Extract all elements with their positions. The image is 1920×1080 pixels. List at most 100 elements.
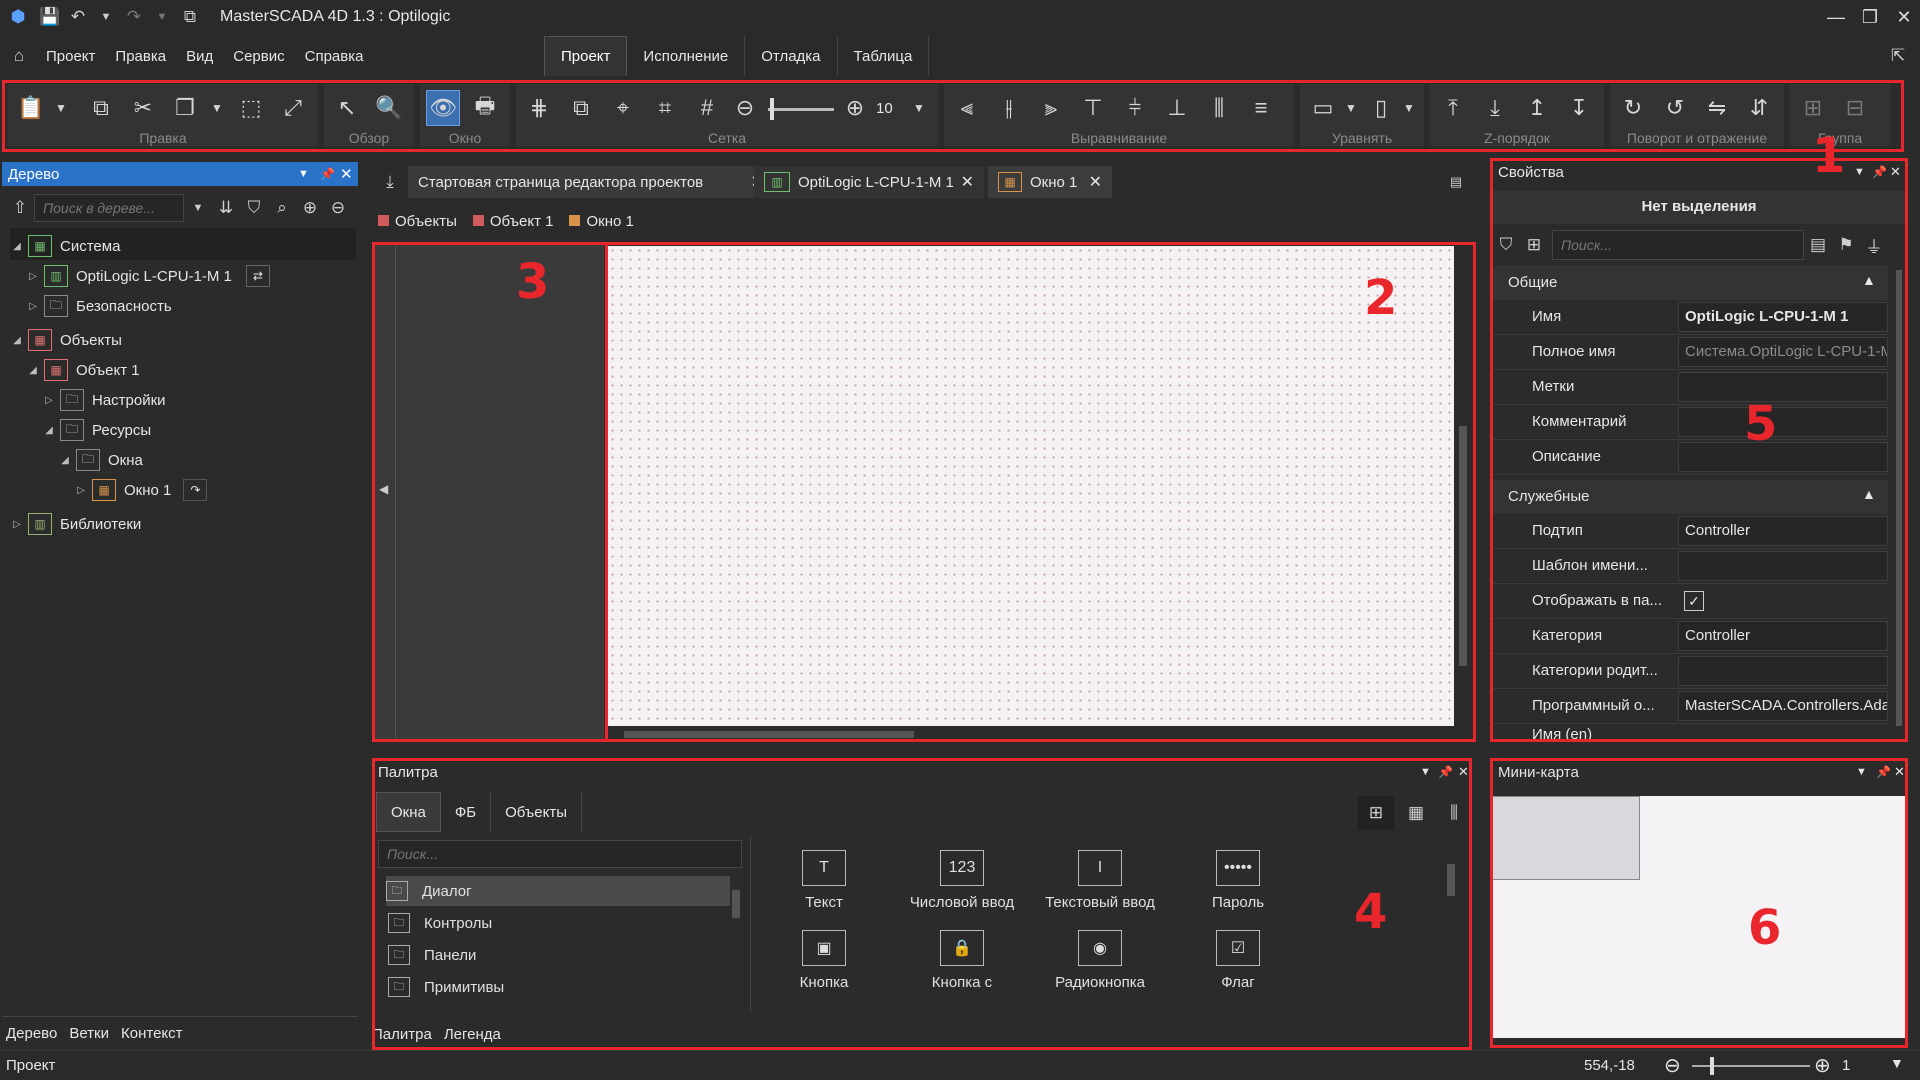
tab-legend[interactable]: Легенда (444, 1026, 501, 1043)
send-back-icon[interactable]: ⤓ (1478, 90, 1512, 126)
collapsed-icon[interactable]: ▷ (42, 395, 56, 406)
collapsed-icon[interactable]: ▷ (26, 301, 40, 312)
align-middle-icon[interactable]: ⫩ (1118, 90, 1152, 126)
align-left-icon[interactable]: ⫷ (950, 90, 984, 126)
grid-icon[interactable]: ⋕ (522, 90, 556, 126)
menu-service[interactable]: Сервис (223, 48, 294, 65)
tab-objects[interactable]: Объекты (491, 792, 582, 832)
tab-close-icon[interactable]: ✕ (1089, 172, 1102, 192)
zoom-in-icon[interactable]: ⊕ (1814, 1053, 1831, 1078)
breadcrumb-window1[interactable]: Окно 1 (569, 213, 634, 230)
tab-debug[interactable]: Отладка (745, 36, 838, 76)
properties-search-input[interactable] (1552, 230, 1804, 260)
tab-window1[interactable]: ▦ Окно 1 ✕ (988, 166, 1112, 198)
align-right-icon[interactable]: ⫸ (1034, 90, 1068, 126)
minimap-viewport[interactable] (1492, 796, 1640, 880)
panel-close-icon[interactable]: ✕ (340, 165, 353, 183)
props-vscroll[interactable] (1894, 266, 1904, 742)
undo-dropdown-icon[interactable]: ▼ (92, 3, 120, 31)
link-icon[interactable]: ⇄ (245, 265, 270, 287)
send-backward-icon[interactable]: ↧ (1562, 90, 1596, 126)
prop-row-comment[interactable]: Комментарий (1492, 405, 1888, 440)
bring-forward-icon[interactable]: ↥ (1520, 90, 1554, 126)
snap-icon[interactable]: ⌖ (606, 90, 640, 126)
tree-item-settings[interactable]: ▷ 🗀 Настройки (42, 386, 166, 414)
categorize-icon[interactable]: ⊞ (1520, 231, 1548, 259)
layout-icon[interactable]: ⧉ (176, 3, 204, 31)
palette-list-item[interactable]: 🗀 Примитивы (388, 972, 748, 1002)
equal-width-icon[interactable]: ▭ (1306, 90, 1340, 126)
cut-icon[interactable]: ✂ (126, 90, 160, 126)
tab-execution[interactable]: Исполнение (627, 36, 746, 76)
grid-dropdown-icon[interactable]: ▼ (908, 90, 930, 126)
tab-project[interactable]: Проект (544, 36, 628, 76)
tree-expand-icon[interactable]: ⇊ (212, 194, 240, 222)
redirect-icon[interactable]: ↷ (183, 479, 208, 501)
zoom-out-icon[interactable]: ⊖ (324, 194, 352, 222)
palette-item-password[interactable]: ••••• Пароль (1178, 850, 1298, 911)
copy-icon[interactable]: ⧉ (84, 90, 118, 126)
doc-list-icon[interactable]: ⤓ (376, 168, 404, 196)
panel-dropdown-icon[interactable]: ▼ (298, 168, 309, 180)
tree-search-dropdown-icon[interactable]: ▼ (184, 194, 212, 222)
equal-width-dropdown-icon[interactable]: ▼ (1342, 90, 1360, 126)
menu-view[interactable]: Вид (176, 48, 223, 65)
status-menu-icon[interactable]: ▼ (1890, 1055, 1904, 1071)
duplicate-dropdown-icon[interactable]: ▼ (208, 90, 226, 126)
app-logo-icon[interactable]: ⬢ (0, 3, 36, 31)
pin-icon[interactable]: 📌 (1876, 765, 1891, 779)
flip-h-icon[interactable]: ⇋ (1700, 90, 1734, 126)
redo-dropdown-icon[interactable]: ▼ (148, 3, 176, 31)
tab-fb[interactable]: ФБ (441, 792, 492, 832)
prop-row-parent-categories[interactable]: Категории родит... (1492, 654, 1888, 689)
scroll-thumb[interactable] (624, 731, 914, 738)
checkbox[interactable]: ✓ (1684, 591, 1704, 611)
expand-icon[interactable]: ◢ (10, 335, 24, 346)
zoom-slider-thumb[interactable] (1710, 1057, 1714, 1075)
prop-row-name-template[interactable]: Шаблон имени... (1492, 549, 1888, 584)
tree-item-windows[interactable]: ◢ 🗀 Окна (58, 446, 143, 474)
expand-icon[interactable]: ◢ (26, 365, 40, 376)
collapse-left-icon[interactable]: ◀ (379, 482, 388, 496)
zoom-in-icon[interactable]: ⊕ (296, 194, 324, 222)
equal-height-dropdown-icon[interactable]: ▼ (1400, 90, 1418, 126)
collapsed-icon[interactable]: ▷ (26, 271, 40, 282)
collapsed-icon[interactable]: ▷ (74, 485, 88, 496)
snap-grid-icon[interactable]: ⌗ (648, 90, 682, 126)
palette-list-scroll[interactable] (730, 876, 742, 1010)
prop-row-fullname[interactable]: Полное имя Система.OptiLogic L-CPU-1-M (1492, 335, 1888, 370)
distribute-h-icon[interactable]: ⫼ (1202, 90, 1236, 126)
prop-row-subtype[interactable]: Подтип Controller (1492, 514, 1888, 549)
scroll-thumb[interactable] (1459, 426, 1467, 666)
pin-icon[interactable]: 📌 (1438, 765, 1453, 779)
prop-row-description[interactable]: Описание (1492, 440, 1888, 475)
scroll-thumb[interactable] (1896, 270, 1902, 726)
prop-row-show-in-palette[interactable]: Отображать в па... ✓ (1492, 584, 1888, 619)
palette-item-flag[interactable]: ☑ Флаг (1178, 930, 1298, 991)
tabs-menu-icon[interactable]: ▤ (1442, 168, 1470, 196)
flag-icon[interactable]: ⚑ (1832, 231, 1860, 259)
breadcrumb-object1[interactable]: Объект 1 (472, 213, 553, 230)
palette-item-numeric-input[interactable]: 123 Числовой ввод (902, 850, 1022, 911)
tab-branches[interactable]: Ветки (69, 1025, 109, 1042)
rotate-left-icon[interactable]: ↺ (1658, 90, 1692, 126)
paste-icon[interactable]: 📋 (14, 90, 48, 126)
breadcrumb-objects[interactable]: Объекты (378, 213, 457, 230)
grid-slider[interactable] (768, 108, 834, 111)
duplicate-icon[interactable]: ❐ (168, 90, 202, 126)
equal-height-icon[interactable]: ▯ (1364, 90, 1398, 126)
tab-tree[interactable]: Дерево (6, 1025, 57, 1042)
panel-dropdown-icon[interactable]: ▼ (1856, 766, 1867, 778)
tree-item-controller[interactable]: ▷ ▥ OptiLogic L-CPU-1-M 1 ⇄ (26, 262, 278, 290)
panel-dropdown-icon[interactable]: ▼ (1420, 766, 1431, 778)
section-general[interactable]: Общие ▲ (1492, 266, 1888, 300)
transform-icon[interactable]: ⤢ (276, 90, 310, 126)
collapse-icon[interactable]: ▲ (1862, 486, 1876, 502)
panel-close-icon[interactable]: ✕ (1458, 764, 1469, 780)
design-canvas[interactable] (608, 246, 1454, 726)
tree-item-window1[interactable]: ▷ ▦ Окно 1 ↷ (74, 476, 215, 504)
grid-decrease-icon[interactable]: ⊖ (728, 90, 762, 126)
tree-search-input[interactable] (34, 194, 184, 222)
pin-icon[interactable]: 📌 (1872, 165, 1887, 179)
tree-item-security[interactable]: ▷ 🗀 Безопасность (26, 292, 172, 320)
